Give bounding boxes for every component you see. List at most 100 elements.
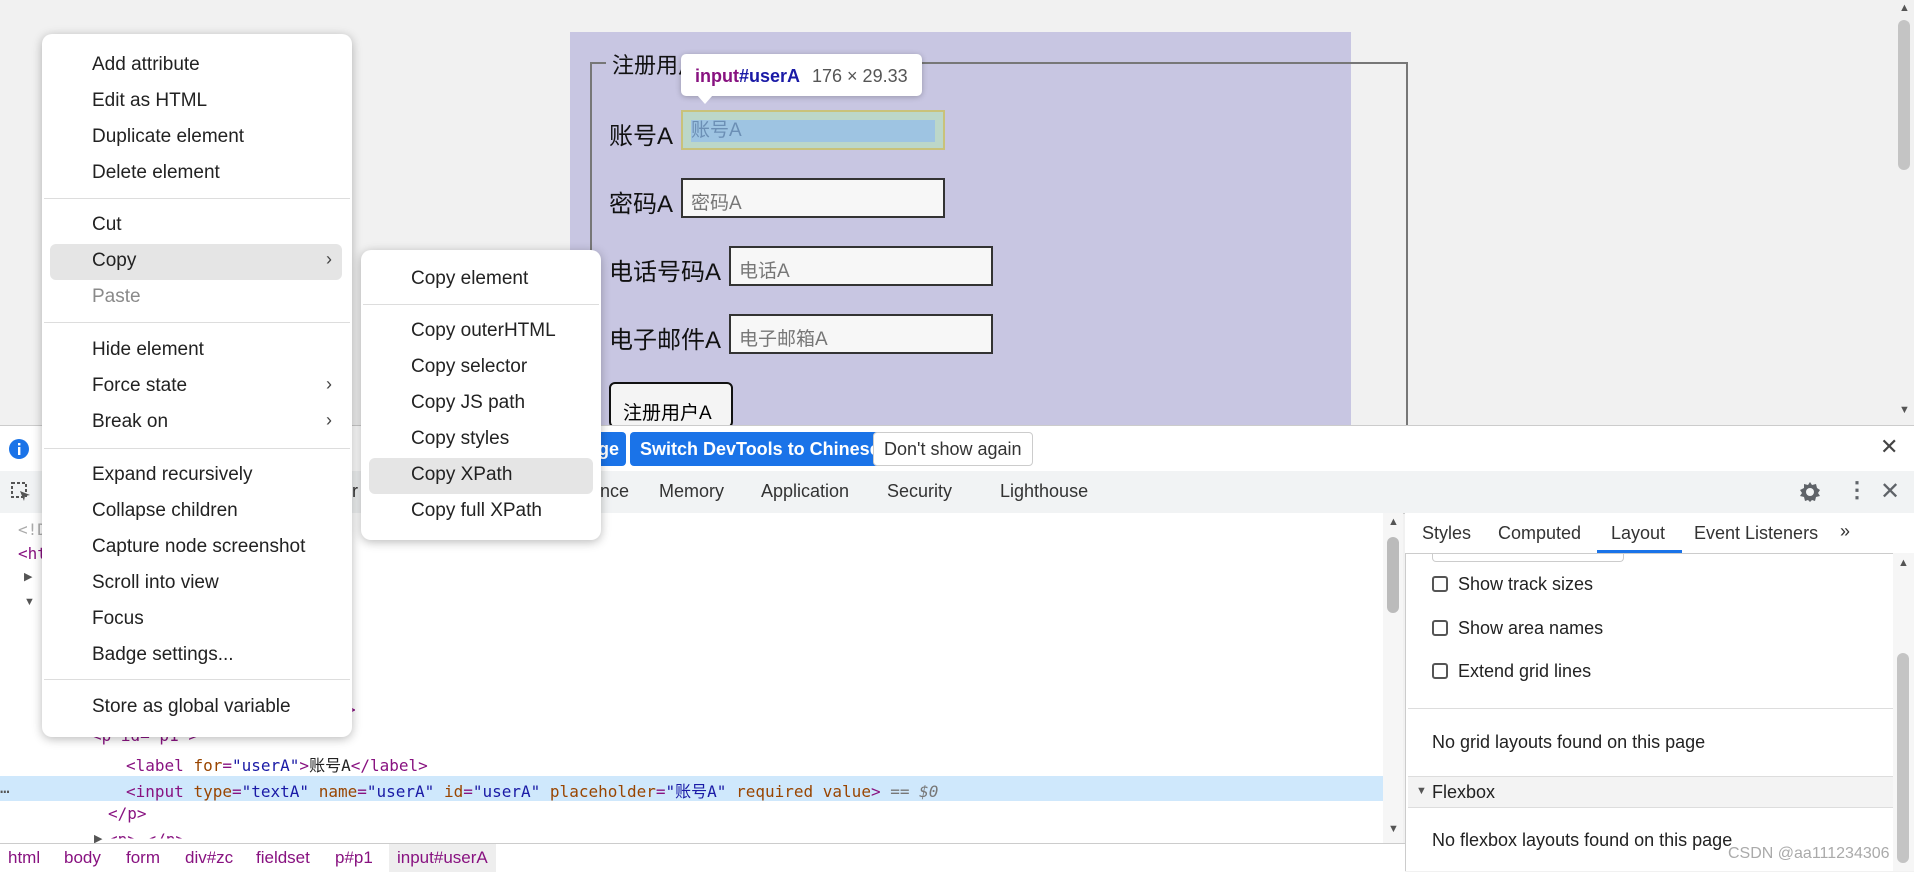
p1-close-tag[interactable]: </p> bbox=[108, 804, 147, 823]
menu-expand-recursively[interactable]: Expand recursively bbox=[92, 464, 253, 486]
collapse-arrow-icon[interactable]: ▼ bbox=[1416, 785, 1427, 797]
elements-scrollbar-thumb[interactable] bbox=[1387, 537, 1399, 613]
tab-styles[interactable]: Styles bbox=[1422, 523, 1471, 544]
chevron-right-icon: › bbox=[326, 410, 332, 430]
scroll-down-icon[interactable]: ▼ bbox=[1899, 404, 1910, 416]
side-tab-bar: Styles Computed Layout Event Listeners » bbox=[1405, 513, 1914, 554]
side-scrollbar-thumb[interactable] bbox=[1897, 653, 1909, 863]
menu-separator bbox=[44, 322, 350, 323]
scroll-up-icon[interactable]: ▲ bbox=[1898, 557, 1909, 569]
inspect-element-icon[interactable] bbox=[10, 481, 32, 503]
submenu-copy-xpath[interactable]: Copy XPath bbox=[411, 464, 512, 486]
page-scrollbar[interactable]: ▲ ▼ bbox=[1894, 0, 1914, 425]
account-input[interactable]: 账号A bbox=[681, 110, 945, 150]
settings-gear-icon[interactable] bbox=[1798, 480, 1822, 504]
watermark: CSDN @aa111234306 bbox=[1728, 845, 1890, 862]
menu-cut[interactable]: Cut bbox=[92, 214, 122, 236]
option-extend-grid[interactable]: Extend grid lines bbox=[1458, 661, 1591, 682]
checkbox-area-names[interactable] bbox=[1432, 620, 1448, 636]
menu-capture-node-screenshot[interactable]: Capture node screenshot bbox=[92, 536, 305, 558]
dont-show-again-button[interactable]: Don't show again bbox=[873, 432, 1033, 466]
crumb-fieldset[interactable]: fieldset bbox=[256, 848, 310, 868]
val-name: "userA" bbox=[366, 782, 435, 801]
menu-add-attribute[interactable]: Add attribute bbox=[92, 54, 200, 76]
flexbox-section-header[interactable]: ▼ Flexbox bbox=[1408, 776, 1893, 808]
menu-edit-as-html[interactable]: Edit as HTML bbox=[92, 90, 207, 112]
tooltip-id: #userA bbox=[738, 66, 801, 86]
checkbox-extend-grid[interactable] bbox=[1432, 663, 1448, 679]
page-scrollbar-thumb[interactable] bbox=[1898, 20, 1910, 170]
val-type: "textA" bbox=[241, 782, 310, 801]
close-devtools-icon[interactable]: ✕ bbox=[1880, 477, 1900, 506]
breadcrumb: html body form div#zc fieldset p#p1 inpu… bbox=[0, 843, 1405, 872]
tab-computed[interactable]: Computed bbox=[1498, 523, 1581, 544]
menu-break-on[interactable]: Break on bbox=[92, 411, 168, 433]
styles-side-panel bbox=[1405, 513, 1914, 871]
tab-application[interactable]: Application bbox=[761, 481, 849, 502]
tooltip-tag: input bbox=[695, 66, 739, 86]
crumb-html[interactable]: html bbox=[8, 848, 40, 868]
crumb-body[interactable]: body bbox=[64, 848, 101, 868]
chevron-right-icon: › bbox=[326, 249, 332, 269]
menu-delete-element[interactable]: Delete element bbox=[92, 162, 220, 184]
elements-scrollbar[interactable]: ▲ ▼ bbox=[1383, 513, 1403, 843]
checkbox-track-sizes[interactable] bbox=[1432, 576, 1448, 592]
tab-lighthouse[interactable]: Lighthouse bbox=[1000, 481, 1088, 502]
expand-arrow-icon[interactable]: ▶ bbox=[24, 570, 32, 583]
phone-input[interactable]: 电话A bbox=[729, 246, 993, 286]
menu-store-as-global-variable[interactable]: Store as global variable bbox=[92, 696, 291, 718]
email-input[interactable]: 电子邮箱A bbox=[729, 314, 993, 354]
submenu-copy-element[interactable]: Copy element bbox=[411, 268, 528, 290]
submenu-copy-js-path[interactable]: Copy JS path bbox=[411, 392, 525, 414]
divider bbox=[1408, 708, 1893, 709]
info-icon bbox=[9, 439, 29, 459]
crumb-input-userA[interactable]: input#userA bbox=[389, 844, 496, 872]
submenu-copy-full-xpath[interactable]: Copy full XPath bbox=[411, 500, 542, 522]
close-infobar-icon[interactable]: ✕ bbox=[1880, 434, 1898, 460]
crumb-p-p1[interactable]: p#p1 bbox=[335, 848, 373, 868]
tab-performance[interactable]: nce bbox=[600, 481, 629, 502]
switch-devtools-chinese-button[interactable]: Switch DevTools to Chinese bbox=[630, 432, 890, 466]
option-track-sizes[interactable]: Show track sizes bbox=[1458, 574, 1593, 595]
phone-label: 电话号码A bbox=[609, 259, 722, 286]
submenu-copy-styles[interactable]: Copy styles bbox=[411, 428, 509, 450]
menu-scroll-into-view[interactable]: Scroll into view bbox=[92, 572, 219, 594]
attr-required: required bbox=[736, 782, 814, 801]
tooltip-arrow bbox=[697, 95, 713, 104]
menu-hide-element[interactable]: Hide element bbox=[92, 339, 204, 361]
register-button[interactable]: 注册用户A bbox=[609, 382, 733, 428]
tab-layout[interactable]: Layout bbox=[1611, 523, 1665, 544]
scroll-down-icon[interactable]: ▼ bbox=[1388, 823, 1399, 835]
val-id: "userA" bbox=[472, 782, 541, 801]
menu-badge-settings[interactable]: Badge settings... bbox=[92, 644, 234, 666]
label-element-line[interactable]: <label for="userA">账号A</label> bbox=[126, 752, 428, 776]
label-close: </label> bbox=[350, 756, 428, 775]
menu-copy[interactable]: Copy bbox=[92, 250, 136, 272]
tab-event-listeners[interactable]: Event Listeners bbox=[1694, 523, 1818, 544]
more-tabs-icon[interactable]: » bbox=[1840, 521, 1850, 542]
side-scrollbar[interactable]: ▲ bbox=[1893, 553, 1914, 871]
select-fragment[interactable] bbox=[1432, 553, 1624, 562]
collapse-arrow-icon[interactable]: ▼ bbox=[24, 596, 35, 608]
more-options-icon[interactable]: ⋮ bbox=[1846, 477, 1868, 503]
crumb-div-zc[interactable]: div#zc bbox=[185, 848, 233, 868]
option-area-names[interactable]: Show area names bbox=[1458, 618, 1603, 639]
input-element-line[interactable]: <input type="textA" name="userA" id="use… bbox=[126, 778, 938, 802]
row-dots-icon[interactable]: … bbox=[0, 778, 10, 797]
submenu-copy-selector[interactable]: Copy selector bbox=[411, 356, 527, 378]
copy-submenu: Copy element Copy outerHTML Copy selecto… bbox=[361, 250, 601, 540]
scroll-up-icon[interactable]: ▲ bbox=[1899, 2, 1910, 14]
menu-paste: Paste bbox=[92, 286, 141, 307]
chevron-right-icon: › bbox=[326, 374, 332, 394]
password-input[interactable]: 密码A bbox=[681, 178, 945, 218]
tab-memory[interactable]: Memory bbox=[659, 481, 724, 502]
menu-collapse-children[interactable]: Collapse children bbox=[92, 500, 238, 522]
tab-security[interactable]: Security bbox=[887, 481, 952, 502]
menu-focus[interactable]: Focus bbox=[92, 608, 144, 630]
crumb-form[interactable]: form bbox=[126, 848, 160, 868]
tooltip-size: 176 × 29.33 bbox=[812, 66, 908, 86]
submenu-copy-outerhtml[interactable]: Copy outerHTML bbox=[411, 320, 556, 342]
scroll-up-icon[interactable]: ▲ bbox=[1388, 516, 1399, 528]
menu-force-state[interactable]: Force state bbox=[92, 375, 187, 397]
menu-duplicate-element[interactable]: Duplicate element bbox=[92, 126, 244, 148]
